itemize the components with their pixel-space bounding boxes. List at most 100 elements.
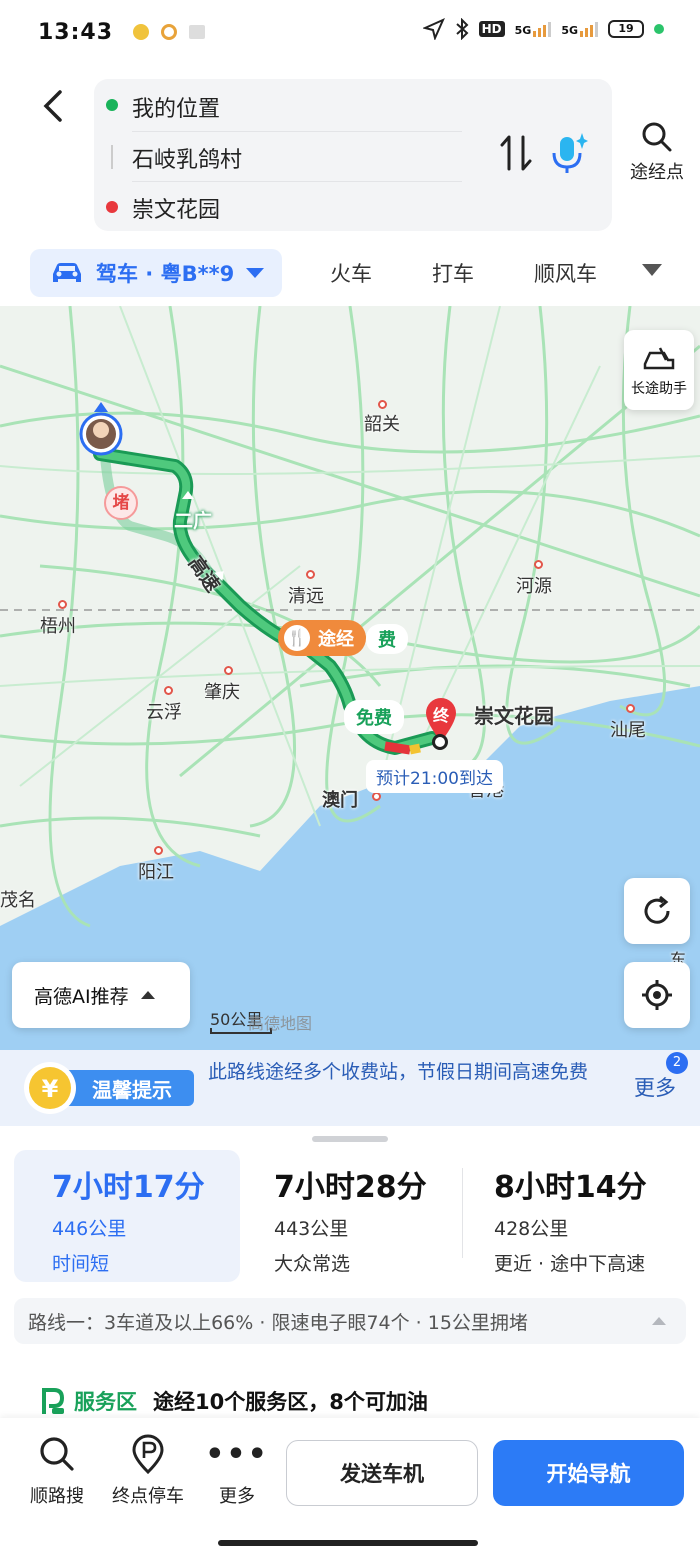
caret-up-icon xyxy=(140,991,155,999)
bottom-action-bar: 顺路搜 终点停车 ••• 更多 发送车机 开始导航 xyxy=(0,1418,700,1555)
start-avatar-pin[interactable] xyxy=(78,400,124,460)
route-distance: 443公里 xyxy=(274,1218,349,1240)
tab-drive[interactable]: 驾车 · 粤B**9 xyxy=(30,249,282,297)
tab-train[interactable]: 火车 xyxy=(330,258,372,288)
eta-tag: 预计21:00到达 xyxy=(366,760,503,793)
search-icon xyxy=(40,1437,74,1471)
hd-badge: HD xyxy=(478,21,505,37)
more-modes-icon[interactable] xyxy=(642,264,662,276)
svg-text:¥: ¥ xyxy=(42,1075,59,1103)
service-area-label: 服务区 xyxy=(74,1390,137,1414)
back-button[interactable] xyxy=(34,86,74,126)
tip-count-badge: 2 xyxy=(666,1052,688,1074)
long-trip-helper-button[interactable]: 长途助手 xyxy=(624,330,694,410)
route-tag: 大众常选 xyxy=(274,1253,351,1275)
current-marker xyxy=(432,734,448,750)
along-route-search-button[interactable]: 顺路搜 xyxy=(22,1434,92,1508)
status-icons: HD 5G 5G 19 xyxy=(422,18,664,40)
route-option-2[interactable]: 7小时28分 443公里 大众常选 xyxy=(236,1150,462,1282)
city-dot xyxy=(372,792,381,801)
status-bar: 13:43 HD 5G 5G 19 xyxy=(0,0,700,64)
tab-carpool[interactable]: 顺风车 xyxy=(534,258,597,288)
box-icon xyxy=(189,25,206,39)
city-dot xyxy=(306,570,315,579)
destination-dot xyxy=(106,201,118,213)
destination-parking-button[interactable]: 终点停车 xyxy=(108,1434,188,1508)
route-tag: 时间短 xyxy=(52,1253,110,1275)
ai-recommend-button[interactable]: 高德AI推荐 xyxy=(12,962,190,1028)
route-option-3[interactable]: 8小时14分 428公里 更近 · 途中下高速 xyxy=(456,1150,696,1282)
caret-up-icon xyxy=(652,1317,666,1325)
send-to-car-button[interactable]: 发送车机 xyxy=(286,1440,478,1506)
back-arrow-icon xyxy=(43,90,62,122)
destination-field[interactable]: 崇文花园 xyxy=(132,192,220,224)
free-tag: 免费 xyxy=(344,700,404,734)
route-time: 7小时17分 xyxy=(52,1170,205,1205)
route-time: 7小时28分 xyxy=(274,1170,427,1205)
status-dot xyxy=(654,24,664,34)
route-detail-text: 路线一：3车道及以上66% · 限速电子眼74个 · 15公里拥堵 xyxy=(28,1311,528,1334)
add-waypoint-button[interactable]: 途经点 xyxy=(622,120,692,184)
service-area-row[interactable]: 服务区 途经10个服务区，8个可加油 xyxy=(40,1386,428,1416)
fork-knife-icon: 🍴 xyxy=(284,625,310,651)
tip-bar[interactable]: ¥ 温馨提示 此路线途经多个收费站，节假日期间高速免费 更多 xyxy=(0,1050,700,1126)
city-label: 茂名 xyxy=(0,890,36,911)
origin-field[interactable]: 我的位置 xyxy=(132,91,220,123)
locate-icon xyxy=(642,980,672,1010)
city-label: 河源 xyxy=(516,576,552,597)
destination-map-label: 崇文花园 xyxy=(474,704,554,728)
tip-badge-label: 温馨提示 xyxy=(92,1078,172,1102)
swap-arrows-icon xyxy=(500,135,532,171)
car-icon xyxy=(53,263,81,282)
city-label: 韶关 xyxy=(364,414,400,435)
voice-button[interactable] xyxy=(548,131,588,177)
mic-icon xyxy=(552,133,588,173)
city-dot xyxy=(224,666,233,675)
sheet-handle[interactable] xyxy=(312,1136,388,1142)
map-view[interactable]: 韶关 清远 河源 梧州 肇庆 云浮 汕尾 澳门 香港 阳江 茂名 东 二广 高速… xyxy=(0,306,700,1054)
city-dot xyxy=(164,686,173,695)
divider xyxy=(132,131,462,132)
along-route-search-label: 顺路搜 xyxy=(30,1486,84,1507)
chevron-down-icon xyxy=(246,268,265,278)
search-icon xyxy=(642,122,672,152)
origin-dot xyxy=(106,99,118,111)
route-distance: 428公里 xyxy=(494,1218,569,1240)
city-label: 清远 xyxy=(288,586,324,607)
start-navigation-button[interactable]: 开始导航 xyxy=(493,1440,684,1506)
divider xyxy=(132,181,462,182)
route-tag: 更近 · 途中下高速 xyxy=(494,1253,646,1275)
bluetooth-icon xyxy=(455,18,469,40)
status-time: 13:43 xyxy=(38,19,114,45)
location-arrow-icon xyxy=(422,18,445,40)
route-option-1[interactable]: 7小时17分 446公里 时间短 xyxy=(14,1150,240,1282)
destination-parking-label: 终点停车 xyxy=(112,1486,184,1507)
home-indicator[interactable] xyxy=(218,1540,478,1546)
route-detail-bar[interactable]: 路线一：3车道及以上66% · 限速电子眼74个 · 15公里拥堵 xyxy=(14,1298,686,1344)
via-service-bubble[interactable]: 🍴 途经 xyxy=(278,620,366,656)
city-dot xyxy=(534,560,543,569)
long-trip-label: 长途助手 xyxy=(631,381,687,397)
refresh-button[interactable] xyxy=(624,878,690,944)
route-time: 8小时14分 xyxy=(494,1170,647,1205)
jam-badge[interactable]: 堵 xyxy=(104,486,138,520)
parking-service-icon xyxy=(42,1388,65,1414)
tip-more-link[interactable]: 更多 xyxy=(634,1072,676,1102)
city-label: 阳江 xyxy=(138,862,174,883)
route-distance: 446公里 xyxy=(52,1218,127,1240)
city-dot xyxy=(58,600,67,609)
city-label: 云浮 xyxy=(146,702,182,723)
city-dot xyxy=(378,400,387,409)
tab-taxi[interactable]: 打车 xyxy=(432,258,474,288)
swap-button[interactable] xyxy=(498,133,534,173)
waypoint-field[interactable]: 石岐乳鸽村 xyxy=(132,142,242,174)
parking-pin-icon xyxy=(132,1434,164,1474)
toll-tag: 费 xyxy=(366,624,408,654)
locate-button[interactable] xyxy=(624,962,690,1028)
coin-icon xyxy=(133,24,150,40)
city-label: 梧州 xyxy=(40,616,76,637)
signal-1: 5G xyxy=(515,21,552,37)
route-input-box: 我的位置 石岐乳鸽村 崇文花园 xyxy=(94,79,612,231)
more-button[interactable]: ••• 更多 xyxy=(205,1434,268,1508)
more-label: 更多 xyxy=(219,1486,255,1507)
